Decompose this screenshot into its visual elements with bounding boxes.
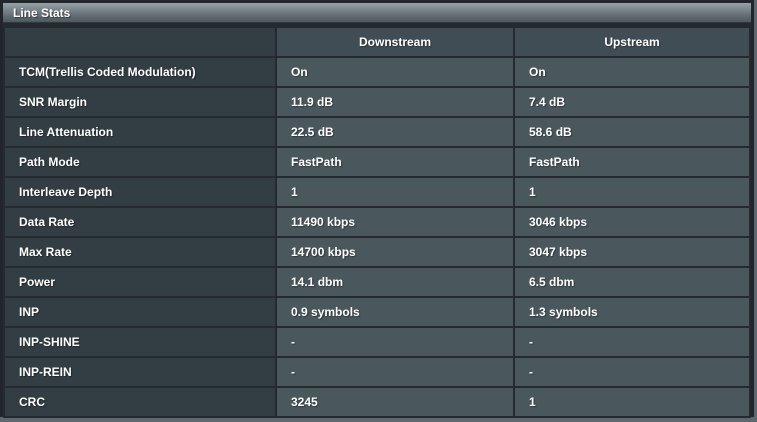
value-upstream: - bbox=[513, 356, 751, 388]
table-header-row: Downstream Upstream bbox=[3, 26, 751, 58]
value-upstream: 1.3 symbols bbox=[513, 296, 751, 328]
row-label: Path Mode bbox=[3, 146, 277, 178]
table-row: INP-SHINE - - bbox=[3, 326, 751, 358]
row-label: Power bbox=[3, 266, 277, 298]
table-row: INP 0.9 symbols 1.3 symbols bbox=[3, 296, 751, 328]
row-label: Data Rate bbox=[3, 206, 277, 238]
table-row: Path Mode FastPath FastPath bbox=[3, 146, 751, 178]
value-downstream: 1 bbox=[275, 176, 515, 208]
value-downstream: 22.5 dB bbox=[275, 116, 515, 148]
value-downstream: 14.1 dbm bbox=[275, 266, 515, 298]
table-row: Line Attenuation 22.5 dB 58.6 dB bbox=[3, 116, 751, 148]
row-label: Line Attenuation bbox=[3, 116, 277, 148]
header-blank-cell bbox=[3, 26, 277, 58]
value-upstream: FastPath bbox=[513, 146, 751, 178]
value-downstream: 0.9 symbols bbox=[275, 296, 515, 328]
row-label: SNR Margin bbox=[3, 86, 277, 118]
line-stats-table: Downstream Upstream TCM(Trellis Coded Mo… bbox=[3, 26, 751, 418]
value-downstream: - bbox=[275, 326, 515, 358]
value-upstream: 6.5 dbm bbox=[513, 266, 751, 298]
table-row: TCM(Trellis Coded Modulation) On On bbox=[3, 56, 751, 88]
table-row: Max Rate 14700 kbps 3047 kbps bbox=[3, 236, 751, 268]
table-row: Power 14.1 dbm 6.5 dbm bbox=[3, 266, 751, 298]
panel-title: Line Stats bbox=[3, 3, 751, 23]
table-row: Interleave Depth 1 1 bbox=[3, 176, 751, 208]
row-label: Max Rate bbox=[3, 236, 277, 268]
header-upstream: Upstream bbox=[513, 26, 751, 58]
value-downstream: 11490 kbps bbox=[275, 206, 515, 238]
value-downstream: 14700 kbps bbox=[275, 236, 515, 268]
table-row: INP-REIN - - bbox=[3, 356, 751, 388]
row-label: CRC bbox=[3, 386, 277, 418]
value-downstream: FastPath bbox=[275, 146, 515, 178]
value-downstream: 11.9 dB bbox=[275, 86, 515, 118]
value-upstream: 3047 kbps bbox=[513, 236, 751, 268]
table-row: SNR Margin 11.9 dB 7.4 dB bbox=[3, 86, 751, 118]
value-upstream: 1 bbox=[513, 386, 751, 418]
table-row: Data Rate 11490 kbps 3046 kbps bbox=[3, 206, 751, 238]
value-upstream: On bbox=[513, 56, 751, 88]
value-upstream: 1 bbox=[513, 176, 751, 208]
value-upstream: 58.6 dB bbox=[513, 116, 751, 148]
row-label: INP-REIN bbox=[3, 356, 277, 388]
line-stats-panel: Line Stats Downstream Upstream TCM(Trell… bbox=[0, 0, 754, 418]
line-stats-body: TCM(Trellis Coded Modulation) On On SNR Mar… bbox=[3, 56, 751, 418]
value-upstream: - bbox=[513, 326, 751, 358]
value-downstream: 3245 bbox=[275, 386, 515, 418]
row-label: Interleave Depth bbox=[3, 176, 277, 208]
header-downstream: Downstream bbox=[275, 26, 515, 58]
row-label: INP-SHINE bbox=[3, 326, 277, 358]
value-upstream: 3046 kbps bbox=[513, 206, 751, 238]
value-downstream: On bbox=[275, 56, 515, 88]
row-label: TCM(Trellis Coded Modulation) bbox=[3, 56, 277, 88]
value-upstream: 7.4 dB bbox=[513, 86, 751, 118]
value-downstream: - bbox=[275, 356, 515, 388]
row-label: INP bbox=[3, 296, 277, 328]
table-row: CRC 3245 1 bbox=[3, 386, 751, 418]
